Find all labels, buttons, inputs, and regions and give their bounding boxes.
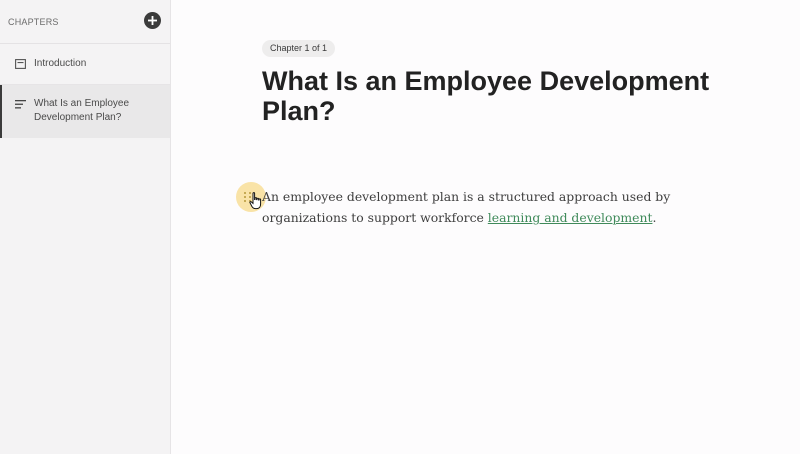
add-chapter-button[interactable] xyxy=(144,12,161,29)
chapters-sidebar: CHAPTERS Introduction What Is an Employe… xyxy=(0,0,171,454)
paragraph-end: . xyxy=(652,210,657,225)
app-window: CHAPTERS Introduction What Is an Employe… xyxy=(0,0,800,454)
chapter-label: Introduction xyxy=(34,58,87,69)
hand-pointer-icon xyxy=(249,192,262,210)
chapter-badge: Chapter 1 of 1 xyxy=(262,40,336,57)
chapter-item-development-plan[interactable]: What Is an Employee Development Plan? xyxy=(0,85,170,138)
page-icon xyxy=(14,58,26,70)
plus-icon xyxy=(148,16,157,25)
sidebar-header: CHAPTERS xyxy=(0,0,170,44)
body-paragraph[interactable]: An employee development plan is a struct… xyxy=(262,186,712,228)
lines-icon xyxy=(14,98,26,110)
chapter-list: Introduction What Is an Employee Develop… xyxy=(0,44,170,138)
page-title[interactable]: What Is an Employee Development Plan? xyxy=(262,66,722,126)
sidebar-title: CHAPTERS xyxy=(8,16,59,27)
chapter-label: What Is an Employee Development Plan? xyxy=(34,98,130,123)
learning-development-link[interactable]: learning and development xyxy=(488,210,653,225)
chapter-item-introduction[interactable]: Introduction xyxy=(0,44,170,85)
lesson-content: Chapter 1 of 1 What Is an Employee Devel… xyxy=(171,0,800,454)
